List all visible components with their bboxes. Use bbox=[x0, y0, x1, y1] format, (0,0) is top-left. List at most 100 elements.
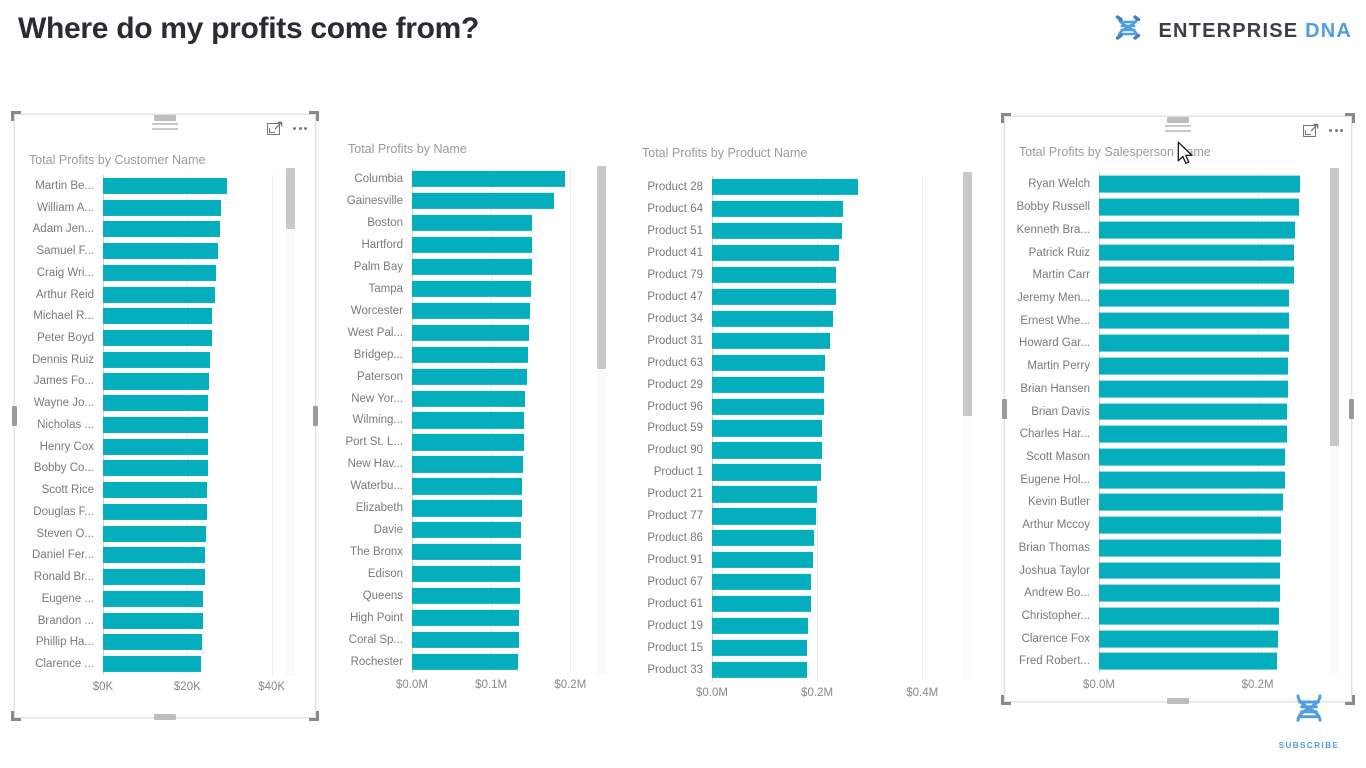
bar-row[interactable]: New Yor... bbox=[340, 388, 598, 410]
bar[interactable] bbox=[712, 464, 821, 481]
bar-row[interactable]: Coral Sp... bbox=[340, 629, 598, 651]
resize-handle-top[interactable] bbox=[1167, 117, 1189, 123]
bar-row[interactable]: New Hav... bbox=[340, 453, 598, 475]
bar-row[interactable]: Nicholas ... bbox=[25, 414, 297, 436]
bar[interactable] bbox=[1099, 357, 1288, 375]
bar-row[interactable]: Scott Mason bbox=[1013, 446, 1329, 469]
bar-row[interactable]: Clarence Fox bbox=[1013, 627, 1329, 650]
resize-handle-mid-l[interactable] bbox=[1002, 399, 1007, 419]
bar[interactable] bbox=[412, 522, 522, 539]
bar[interactable] bbox=[712, 508, 816, 525]
bar[interactable] bbox=[712, 178, 858, 196]
bar-row[interactable]: Product 64 bbox=[634, 198, 959, 220]
bar-row[interactable]: Ronald Br... bbox=[25, 566, 297, 588]
bar-row[interactable]: Bridgep... bbox=[340, 344, 598, 366]
bar-row[interactable]: Ernest Whe... bbox=[1013, 309, 1329, 332]
bar[interactable] bbox=[1099, 198, 1299, 216]
bar[interactable] bbox=[412, 500, 523, 517]
bar-row[interactable]: Brian Thomas bbox=[1013, 537, 1329, 560]
bar[interactable] bbox=[103, 264, 216, 281]
bar[interactable] bbox=[712, 574, 812, 591]
bar-row[interactable]: James Fo... bbox=[25, 371, 297, 393]
bar-row[interactable]: Product 28 bbox=[634, 176, 959, 198]
bar[interactable] bbox=[1099, 562, 1281, 579]
bar-row[interactable]: Howard Gar... bbox=[1013, 332, 1329, 355]
bar-row[interactable]: Peter Boyd bbox=[25, 327, 297, 349]
bar-row[interactable]: Michael R... bbox=[25, 305, 297, 327]
bar-row[interactable]: Edison bbox=[340, 563, 598, 585]
bar[interactable] bbox=[412, 236, 532, 253]
resize-handle-c-tr[interactable] bbox=[309, 111, 319, 121]
bar-row[interactable]: Christopher... bbox=[1013, 605, 1329, 628]
bar-row[interactable]: Martin Carr bbox=[1013, 264, 1329, 287]
bar-row[interactable]: Samuel F... bbox=[25, 240, 297, 262]
bar-row[interactable]: The Bronx bbox=[340, 541, 598, 563]
bar[interactable] bbox=[1099, 516, 1282, 534]
bar-row[interactable]: Eugene ... bbox=[25, 588, 297, 610]
bar-row[interactable]: Kenneth Bra... bbox=[1013, 218, 1329, 241]
bar[interactable] bbox=[103, 438, 208, 455]
bar-row[interactable]: Product 90 bbox=[634, 439, 959, 461]
bar-row[interactable]: Davie bbox=[340, 519, 598, 541]
bar-row[interactable]: Product 19 bbox=[634, 615, 959, 637]
bar-row[interactable]: Product 33 bbox=[634, 659, 959, 681]
bar[interactable] bbox=[1099, 653, 1278, 670]
bar[interactable] bbox=[1099, 607, 1280, 625]
bar-row[interactable]: William A... bbox=[25, 197, 297, 219]
bar-row[interactable]: Columbia bbox=[340, 168, 598, 190]
bar-row[interactable]: West Pal... bbox=[340, 322, 598, 344]
vertical-scrollbar-customer-name[interactable] bbox=[286, 168, 295, 676]
bar-row[interactable]: Product 67 bbox=[634, 571, 959, 593]
bar-row[interactable]: Product 31 bbox=[634, 330, 959, 352]
bar[interactable] bbox=[1099, 380, 1288, 398]
bar-row[interactable]: Port St. L... bbox=[340, 431, 598, 453]
bar[interactable] bbox=[103, 612, 203, 629]
bar[interactable] bbox=[412, 609, 520, 627]
bar[interactable] bbox=[712, 420, 823, 437]
bar[interactable] bbox=[412, 170, 565, 188]
bar-row[interactable]: Brandon ... bbox=[25, 610, 297, 632]
bar-row[interactable]: Kevin Butler bbox=[1013, 491, 1329, 514]
bar-row[interactable]: Clarence ... bbox=[25, 653, 297, 675]
resize-handle-c-tr[interactable] bbox=[1345, 113, 1355, 123]
bar[interactable] bbox=[1099, 448, 1286, 466]
bar-row[interactable]: Queens bbox=[340, 585, 598, 607]
bar[interactable] bbox=[712, 398, 824, 415]
bar[interactable] bbox=[712, 595, 811, 613]
bar-row[interactable]: Product 51 bbox=[634, 220, 959, 242]
bar[interactable] bbox=[103, 286, 215, 303]
resize-handle-mid-r[interactable] bbox=[313, 406, 318, 426]
bar[interactable] bbox=[103, 482, 208, 499]
bar[interactable] bbox=[1099, 312, 1290, 330]
bar[interactable] bbox=[412, 346, 528, 363]
bar-row[interactable]: Jeremy Men... bbox=[1013, 287, 1329, 310]
bar-row[interactable]: Dennis Ruiz bbox=[25, 349, 297, 371]
bar-row[interactable]: Arthur Reid bbox=[25, 284, 297, 306]
bar-row[interactable]: Bobby Co... bbox=[25, 458, 297, 480]
bar-row[interactable]: Product 15 bbox=[634, 637, 959, 659]
bar[interactable] bbox=[712, 552, 813, 569]
bar-row[interactable]: Paterson bbox=[340, 366, 598, 388]
bar[interactable] bbox=[412, 214, 533, 231]
bar[interactable] bbox=[712, 354, 825, 371]
bar[interactable] bbox=[412, 324, 530, 341]
bar[interactable] bbox=[712, 266, 837, 283]
bar[interactable] bbox=[103, 416, 209, 433]
bar[interactable] bbox=[103, 308, 213, 325]
bar-row[interactable]: Product 63 bbox=[634, 352, 959, 374]
bar[interactable] bbox=[103, 373, 210, 390]
bar-row[interactable]: Product 1 bbox=[634, 461, 959, 483]
vertical-scrollbar-product-name[interactable] bbox=[963, 172, 972, 680]
resize-handle-mid-r[interactable] bbox=[1349, 399, 1354, 419]
more-options-icon[interactable] bbox=[1329, 124, 1343, 138]
bar-row[interactable]: Wilming... bbox=[340, 409, 598, 431]
bar[interactable] bbox=[1099, 630, 1279, 648]
bar[interactable] bbox=[712, 530, 814, 547]
bar[interactable] bbox=[412, 258, 532, 275]
vertical-scrollbar-salesperson-name[interactable] bbox=[1330, 168, 1339, 673]
visual-name[interactable]: Total Profits by Name Columbia Gainesvil… bbox=[334, 126, 610, 702]
bar[interactable] bbox=[412, 653, 519, 671]
bar-row[interactable]: Phillip Ha... bbox=[25, 631, 297, 653]
resize-handle-c-bl[interactable] bbox=[11, 711, 21, 721]
bar[interactable] bbox=[412, 280, 531, 297]
